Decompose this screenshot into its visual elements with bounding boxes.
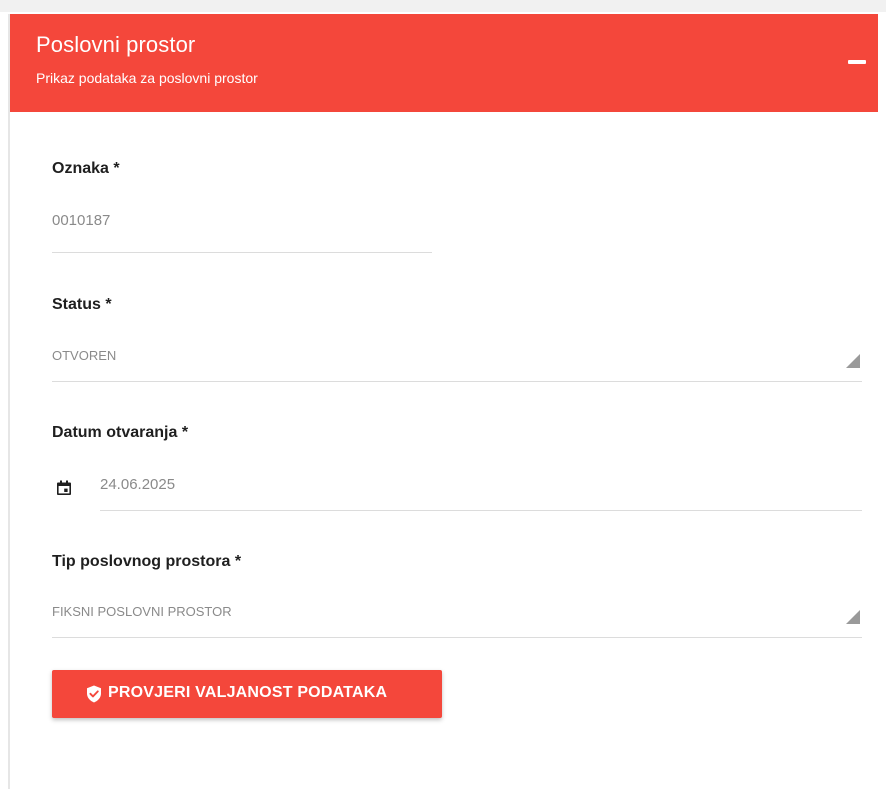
datum-input[interactable]: 24.06.2025: [100, 476, 175, 493]
status-underline: [52, 381, 862, 382]
status-select[interactable]: OTVOREN: [52, 348, 116, 363]
oznaka-input[interactable]: 0010187: [52, 212, 110, 229]
page: Poslovni prostor Prikaz podataka za posl…: [0, 0, 886, 789]
validate-button-label: PROVJERI VALJANOST PODATAKA: [108, 684, 388, 701]
tip-underline: [52, 637, 862, 638]
status-label: Status *: [52, 296, 112, 313]
card-subtitle: Prikaz podataka za poslovni prostor: [36, 70, 258, 86]
oznaka-underline: [52, 252, 432, 253]
oznaka-label: Oznaka *: [52, 160, 120, 177]
card-title: Poslovni prostor: [36, 32, 196, 57]
business-premises-card: Poslovni prostor Prikaz podataka za posl…: [8, 14, 878, 789]
tip-select[interactable]: FIKSNI POSLOVNI PROSTOR: [52, 604, 232, 619]
shield-check-icon: [87, 685, 101, 703]
card-header: Poslovni prostor Prikaz podataka za posl…: [10, 14, 878, 112]
datum-underline: [100, 510, 862, 511]
collapse-button[interactable]: [846, 52, 868, 74]
tip-dropdown-arrow-icon[interactable]: [846, 610, 860, 624]
tip-label: Tip poslovnog prostora *: [52, 553, 242, 570]
validate-data-button[interactable]: PROVJERI VALJANOST PODATAKA: [52, 670, 442, 718]
status-dropdown-arrow-icon[interactable]: [846, 354, 860, 368]
top-strip: [0, 0, 886, 12]
datum-label: Datum otvaranja *: [52, 424, 189, 441]
calendar-icon[interactable]: [56, 480, 72, 496]
minus-icon: [848, 60, 866, 64]
